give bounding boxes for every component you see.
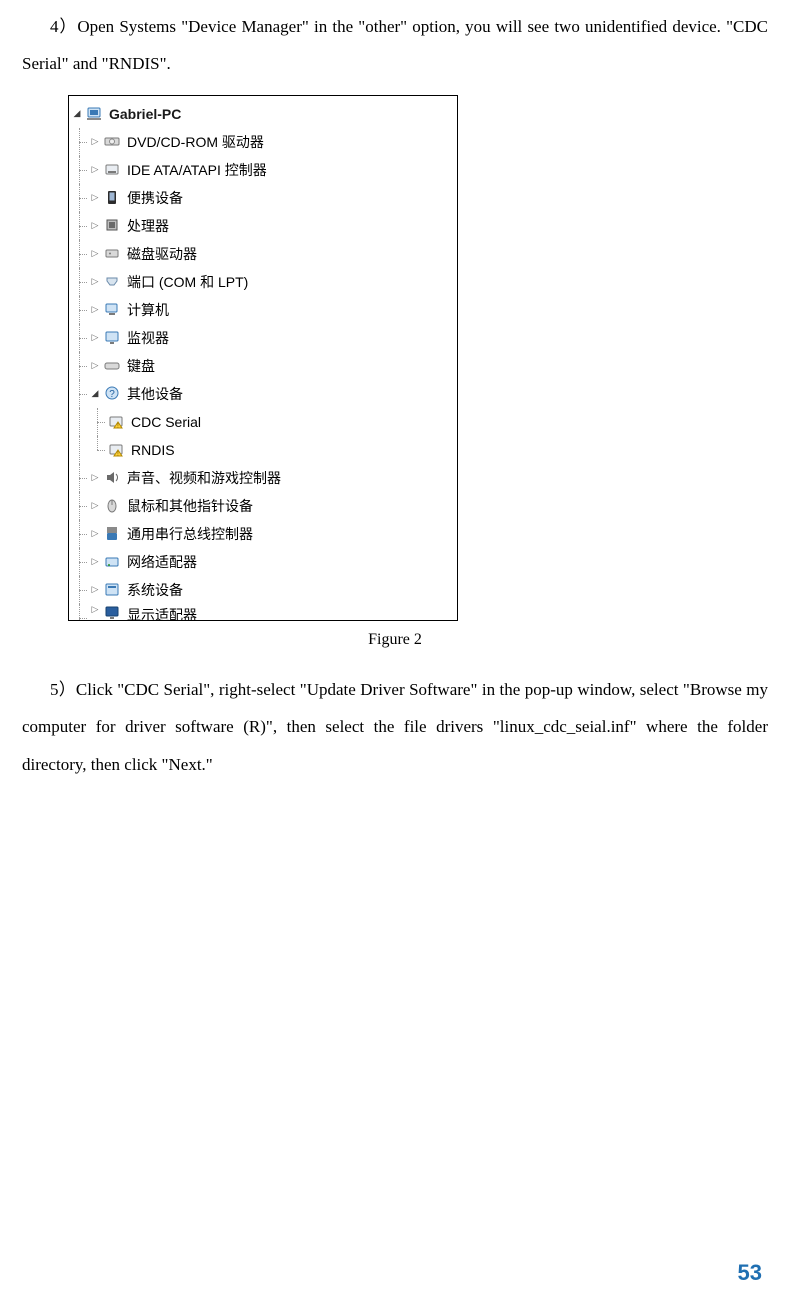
chevron-down-icon[interactable]: ◢ bbox=[89, 388, 101, 400]
sound-icon bbox=[103, 469, 123, 487]
usb-icon bbox=[103, 525, 123, 543]
tree-item-label: 其他设备 bbox=[127, 383, 183, 404]
paragraph-5: 5）Click "CDC Serial", right-select "Upda… bbox=[22, 671, 768, 783]
tree-item-label: 系统设备 bbox=[127, 579, 183, 600]
tree-item-label: 键盘 bbox=[127, 355, 155, 376]
chevron-right-icon[interactable]: ▷ bbox=[89, 604, 101, 616]
chevron-right-icon[interactable]: ▷ bbox=[89, 360, 101, 372]
tree-item[interactable]: ▷ 监视器 bbox=[71, 324, 455, 352]
port-icon bbox=[103, 273, 123, 291]
tree-item[interactable]: ▷ 端口 (COM 和 LPT) bbox=[71, 268, 455, 296]
network-icon bbox=[103, 553, 123, 571]
other-icon bbox=[103, 385, 123, 403]
computer-icon bbox=[103, 301, 123, 319]
chevron-right-icon[interactable]: ▷ bbox=[89, 304, 101, 316]
tree-item[interactable]: ▷ DVD/CD-ROM 驱动器 bbox=[71, 128, 455, 156]
tree-item-label: 处理器 bbox=[127, 215, 169, 236]
tree-item-label: 监视器 bbox=[127, 327, 169, 348]
mouse-icon bbox=[103, 497, 123, 515]
portable-icon bbox=[103, 189, 123, 207]
tree-item-label: 鼠标和其他指针设备 bbox=[127, 495, 253, 516]
warning-icon bbox=[107, 413, 127, 431]
tree-item[interactable]: ▷ 网络适配器 bbox=[71, 548, 455, 576]
tree-item[interactable]: ▷ 系统设备 bbox=[71, 576, 455, 604]
chevron-right-icon[interactable]: ▷ bbox=[89, 528, 101, 540]
monitor-icon bbox=[103, 329, 123, 347]
tree-item[interactable]: ▷ 便携设备 bbox=[71, 184, 455, 212]
tree-item-label: 显示适配器 bbox=[127, 604, 197, 620]
tree-item-label: 通用串行总线控制器 bbox=[127, 523, 253, 544]
chevron-right-icon[interactable]: ▷ bbox=[89, 136, 101, 148]
tree-item[interactable]: ▷ IDE ATA/ATAPI 控制器 bbox=[71, 156, 455, 184]
chevron-right-icon[interactable]: ▷ bbox=[89, 584, 101, 596]
disk-icon bbox=[103, 245, 123, 263]
tree-item-label: IDE ATA/ATAPI 控制器 bbox=[127, 159, 267, 180]
tree-subitem[interactable]: RNDIS bbox=[71, 436, 455, 464]
chevron-right-icon[interactable]: ▷ bbox=[89, 248, 101, 260]
figure-2: ◢ Gabriel-PC ▷ DVD/CD-ROM 驱动器 ▷ IDE ATA/ATA… bbox=[68, 95, 768, 621]
tree-subitem-label: RNDIS bbox=[131, 441, 175, 458]
tree-item[interactable]: ▷ 显示适配器 bbox=[71, 604, 455, 620]
computer-icon bbox=[85, 105, 105, 123]
tree-subitem[interactable]: CDC Serial bbox=[71, 408, 455, 436]
chevron-right-icon[interactable]: ▷ bbox=[89, 192, 101, 204]
chevron-right-icon[interactable]: ▷ bbox=[89, 332, 101, 344]
tree-item-label: 端口 (COM 和 LPT) bbox=[127, 271, 248, 292]
tree-item[interactable]: ▷ 鼠标和其他指针设备 bbox=[71, 492, 455, 520]
tree-item-label: 声音、视频和游戏控制器 bbox=[127, 467, 281, 488]
page-number: 53 bbox=[738, 1260, 762, 1286]
chevron-right-icon[interactable]: ▷ bbox=[89, 220, 101, 232]
tree-item-label: DVD/CD-ROM 驱动器 bbox=[127, 131, 264, 152]
paragraph-4-text: 4）Open Systems "Device Manager" in the "… bbox=[22, 17, 768, 73]
tree-root[interactable]: ◢ Gabriel-PC bbox=[71, 100, 455, 128]
tree-item[interactable]: ▷ 计算机 bbox=[71, 296, 455, 324]
root-label: Gabriel-PC bbox=[109, 105, 181, 122]
device-manager-window: ◢ Gabriel-PC ▷ DVD/CD-ROM 驱动器 ▷ IDE ATA/ATA… bbox=[68, 95, 458, 621]
tree-item[interactable]: ▷ 声音、视频和游戏控制器 bbox=[71, 464, 455, 492]
tree-item-label: 网络适配器 bbox=[127, 551, 197, 572]
tree-item-label: 计算机 bbox=[127, 299, 169, 320]
system-icon bbox=[103, 581, 123, 599]
chevron-right-icon[interactable]: ▷ bbox=[89, 556, 101, 568]
figure-caption: Figure 2 bbox=[22, 631, 768, 649]
chevron-down-icon[interactable]: ◢ bbox=[71, 108, 83, 120]
cpu-icon bbox=[103, 217, 123, 235]
ide-icon bbox=[103, 161, 123, 179]
paragraph-5-text: 5）Click "CDC Serial", right-select "Upda… bbox=[22, 680, 768, 774]
tree-item-label: 磁盘驱动器 bbox=[127, 243, 197, 264]
tree-item[interactable]: ▷ 处理器 bbox=[71, 212, 455, 240]
display-icon bbox=[103, 604, 123, 620]
chevron-right-icon[interactable]: ▷ bbox=[89, 500, 101, 512]
tree-item-label: 便携设备 bbox=[127, 187, 183, 208]
tree-subitem-label: CDC Serial bbox=[131, 413, 201, 430]
chevron-right-icon[interactable]: ▷ bbox=[89, 472, 101, 484]
paragraph-4: 4）Open Systems "Device Manager" in the "… bbox=[22, 8, 768, 83]
chevron-right-icon[interactable]: ▷ bbox=[89, 164, 101, 176]
tree-item[interactable]: ▷ 磁盘驱动器 bbox=[71, 240, 455, 268]
disc-icon bbox=[103, 133, 123, 151]
chevron-right-icon[interactable]: ▷ bbox=[89, 276, 101, 288]
tree-item[interactable]: ▷ 通用串行总线控制器 bbox=[71, 520, 455, 548]
tree-item[interactable]: ◢ 其他设备 bbox=[71, 380, 455, 408]
tree-item[interactable]: ▷ 键盘 bbox=[71, 352, 455, 380]
keyboard-icon bbox=[103, 357, 123, 375]
warning-icon bbox=[107, 441, 127, 459]
